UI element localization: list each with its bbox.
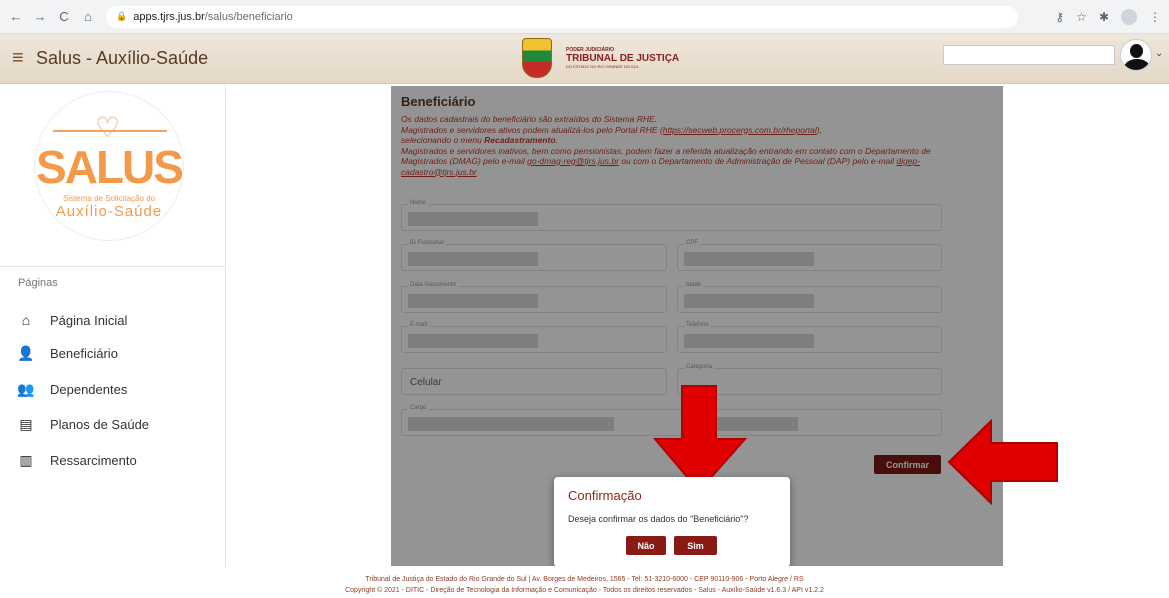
user-name-field — [943, 45, 1115, 65]
extensions-icon[interactable]: ✱ — [1099, 10, 1109, 24]
address-bar[interactable]: 🔒 apps.tjrs.jus.br/salus/beneficiario — [106, 5, 1018, 28]
sidebar-divider — [0, 266, 225, 267]
more-icon[interactable]: ⋮ — [1149, 10, 1161, 24]
pages-label: Páginas — [18, 277, 58, 289]
confirmation-dialog: Confirmação Deseja confirmar os dados do… — [554, 477, 790, 567]
crest-icon — [522, 38, 552, 78]
sidebar-item-home[interactable]: ⌂ Página Inicial — [16, 308, 128, 332]
sidebar-item-label: Beneficiário — [50, 345, 118, 361]
dialog-message: Deseja confirmar os dados do "Beneficiár… — [568, 514, 749, 524]
profile-icon[interactable] — [1121, 8, 1137, 25]
key-icon[interactable]: ⚷ — [1055, 10, 1064, 24]
chevron-down-icon[interactable]: ⌄ — [1155, 48, 1163, 59]
logo-small-text: PODER JUDICIÁRIO — [566, 46, 615, 53]
url-host: apps.tjrs.jus.br — [133, 10, 205, 23]
person-icon: 👤 — [17, 344, 35, 361]
menu-icon[interactable]: ≡ — [12, 47, 30, 70]
logo-subtitle-1: Sistema de Solicitação do — [62, 194, 156, 203]
sidebar-item-label: Ressarcimento — [50, 452, 137, 468]
reload-icon[interactable]: C — [54, 7, 74, 27]
yes-button[interactable]: Sim — [674, 536, 717, 555]
sidebar-item-label: Planos de Saúde — [50, 416, 150, 432]
left-arrow-icon — [947, 419, 1058, 505]
lock-icon: 🔒 — [116, 11, 128, 21]
sidebar-item-planos[interactable]: ▤ Planos de Saúde — [16, 412, 149, 436]
logo-big-text: TRIBUNAL DE JUSTIÇA — [566, 52, 680, 64]
avatar[interactable] — [1120, 39, 1152, 71]
home-browser-icon[interactable]: ⌂ — [78, 7, 98, 27]
sidebar-item-label: Página Inicial — [50, 312, 128, 328]
footer: Tribunal de Justiça do Estado do Rio Gra… — [0, 566, 1169, 598]
footer-address: Tribunal de Justiça do Estado do Rio Gra… — [365, 576, 804, 583]
clipboard-icon: ▤ — [19, 415, 33, 432]
footer-copyright: Copyright © 2021 - DITIC - Direção de Te… — [345, 587, 824, 594]
sidebar-item-dependentes[interactable]: 👥 Dependentes — [16, 377, 127, 401]
logo-title: SALUS — [36, 141, 184, 193]
dialog-title: Confirmação — [568, 488, 642, 503]
back-icon[interactable]: ← — [6, 7, 26, 27]
url-path: /salus/beneficiario — [204, 10, 293, 23]
app-header: ≡ Salus - Auxílio-Saúde PODER JUDICIÁRIO… — [0, 34, 1169, 84]
star-icon[interactable]: ☆ — [1076, 10, 1087, 24]
sidebar-item-label: Dependentes — [50, 381, 128, 397]
home-icon: ⌂ — [21, 312, 31, 328]
browser-actions: ⚷ ☆ ✱ ⋮ — [1055, 8, 1169, 25]
receipt-icon: ▥ — [19, 451, 33, 468]
sidebar-item-beneficiario[interactable]: 👤 Beneficiário — [16, 341, 118, 365]
people-icon: 👥 — [17, 380, 35, 397]
forward-icon[interactable]: → — [30, 7, 50, 27]
logo-subtitle-2: Auxílio-Saúde — [55, 203, 163, 220]
salus-logo: ♡ SALUS Sistema de Solicitação do Auxíli… — [34, 91, 184, 241]
heart-icon: ♡ — [95, 112, 121, 143]
logo-sub-text: DO ESTADO DO RIO GRANDE DO SUL — [566, 63, 639, 69]
no-button[interactable]: Não — [626, 536, 666, 555]
sidebar: ♡ SALUS Sistema de Solicitação do Auxíli… — [0, 85, 226, 566]
browser-toolbar: ← → C ⌂ 🔒 apps.tjrs.jus.br/salus/benefic… — [0, 0, 1169, 34]
app-title: Salus - Auxílio-Saúde — [36, 48, 209, 68]
tj-logo: PODER JUDICIÁRIO TRIBUNAL DE JUSTIÇA DO … — [522, 38, 679, 78]
sidebar-item-ressarcimento[interactable]: ▥ Ressarcimento — [16, 448, 137, 472]
